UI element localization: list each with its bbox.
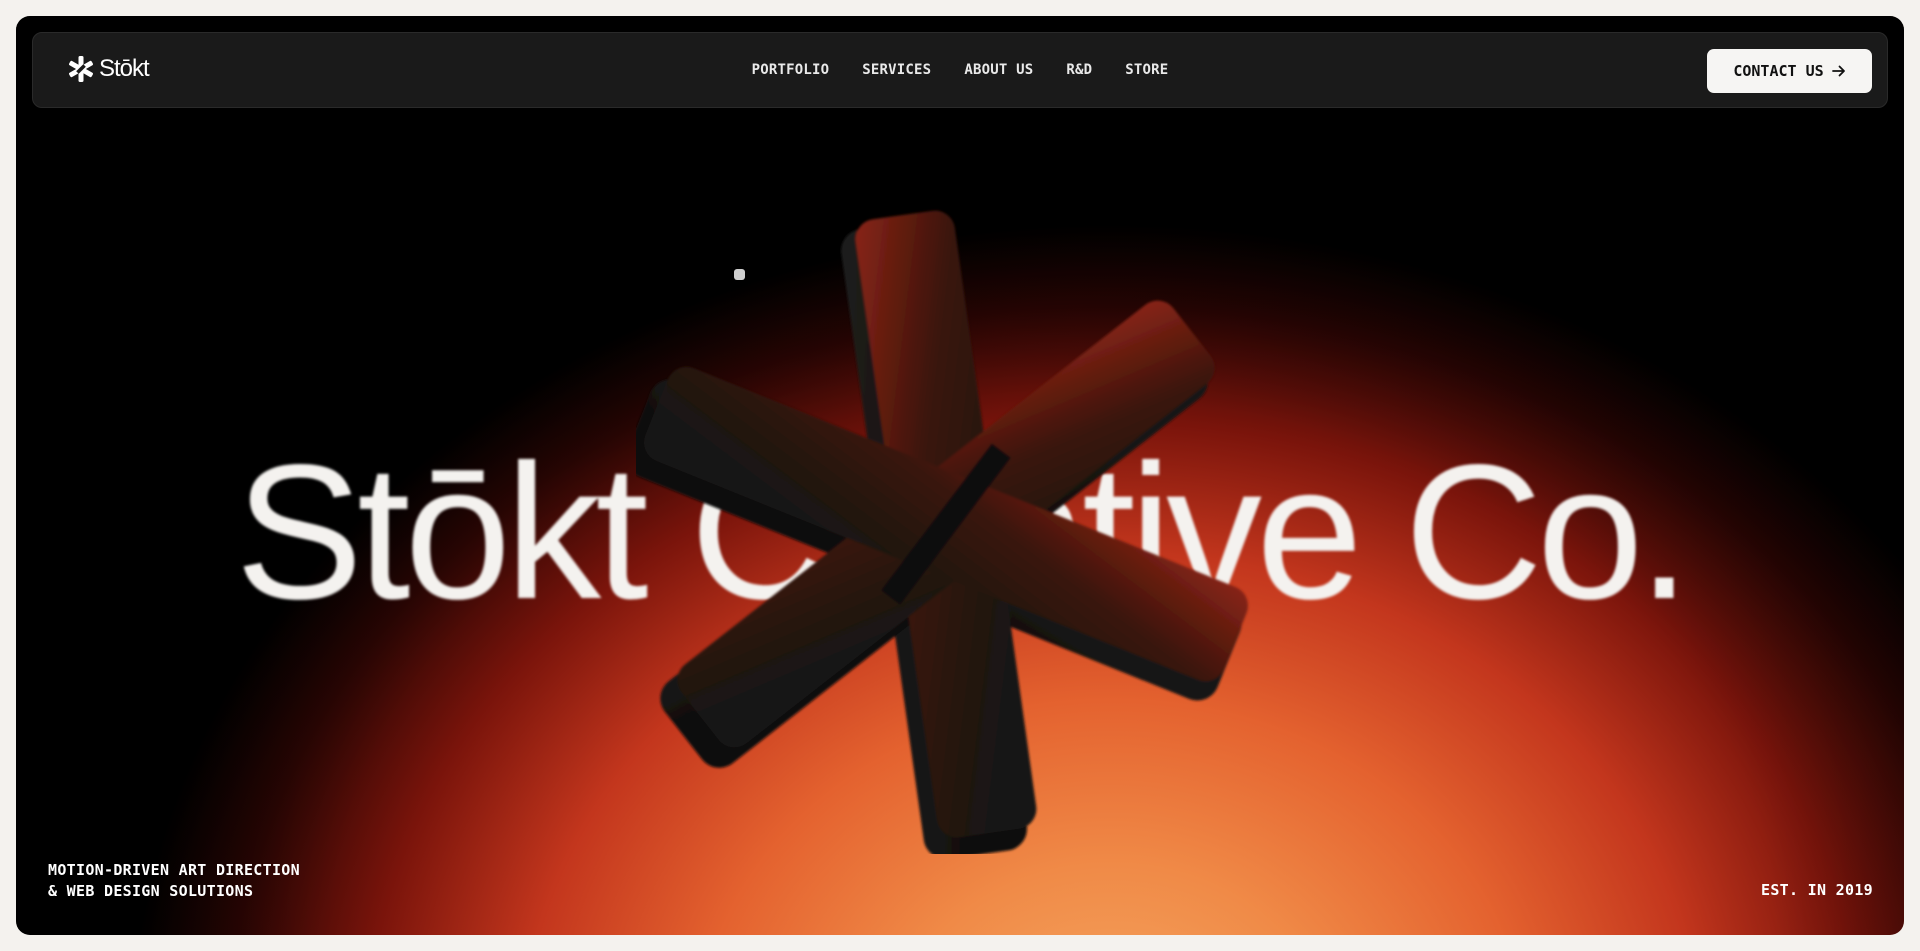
main-menu: PORTFOLIO SERVICES ABOUT US R&D STORE (33, 61, 1887, 79)
contact-us-button[interactable]: CONTACT US (1707, 49, 1872, 93)
nav-link-about-us[interactable]: ABOUT US (964, 62, 1033, 78)
3d-asterisk-symbol (636, 210, 1248, 854)
top-navigation-bar: Stōkt PORTFOLIO SERVICES ABOUT US R&D ST… (32, 32, 1888, 108)
cursor-indicator (734, 269, 745, 280)
established-label: EST. IN 2019 (1761, 881, 1873, 899)
nav-link-store[interactable]: STORE (1125, 62, 1168, 78)
tagline-line-2: & WEB DESIGN SOLUTIONS (48, 882, 254, 900)
hero-section: Stōkt PORTFOLIO SERVICES ABOUT US R&D ST… (16, 16, 1904, 935)
tagline-line-1: MOTION-DRIVEN ART DIRECTION (48, 861, 300, 879)
nav-link-rnd[interactable]: R&D (1066, 62, 1092, 78)
contact-us-label: CONTACT US (1733, 62, 1824, 80)
nav-link-portfolio[interactable]: PORTFOLIO (752, 62, 830, 78)
arrow-right-icon (1831, 65, 1845, 77)
nav-link-services[interactable]: SERVICES (862, 62, 931, 78)
hero-tagline: MOTION-DRIVEN ART DIRECTION & WEB DESIGN… (48, 860, 300, 902)
